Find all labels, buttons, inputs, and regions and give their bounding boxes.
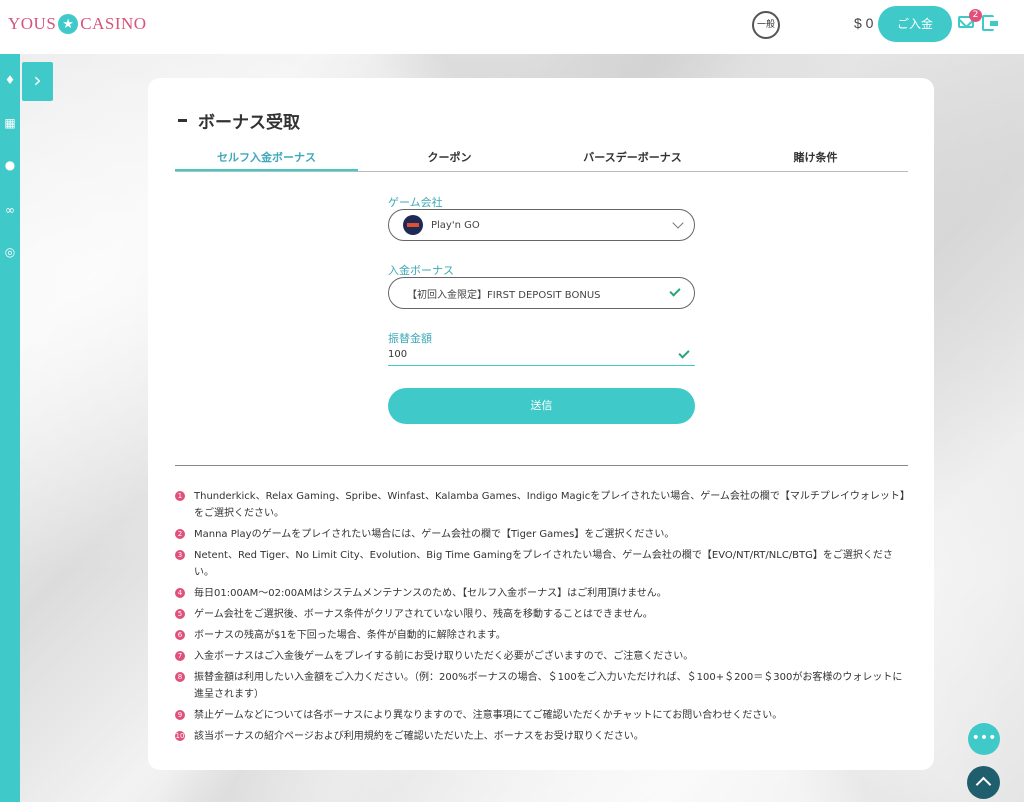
note-item: 4 毎日01:00AM〜02:00AMはシステムメンテナンスのため、【セルフ入金ボ… xyxy=(175,585,910,602)
note-text: 振替金額は利用したい入金額をご入力ください。（例：200%ボーナスの場合、＄10… xyxy=(194,672,903,700)
note-item: 8 振替金額は利用したい入金額をご入力ください。（例：200%ボーナスの場合、＄1… xyxy=(175,669,910,703)
medal-icon[interactable]: ♦ xyxy=(0,70,20,90)
divider xyxy=(175,465,908,466)
globe-icon[interactable]: ◎ xyxy=(0,242,20,262)
sidebar-toggle-button[interactable]: › xyxy=(22,62,53,101)
link-icon[interactable]: ∞ xyxy=(0,200,20,220)
amount-input[interactable] xyxy=(388,344,695,366)
note-number-badge: 10 xyxy=(175,731,185,741)
submit-button[interactable]: 送信 xyxy=(388,388,695,424)
note-item: 7 入金ボーナスはご入金後ゲームをプレイする前にお受け取りいただく必要がございます… xyxy=(175,648,910,665)
bonus-select[interactable]: 【初回入金限定】FIRST DEPOSIT BONUS xyxy=(388,277,695,309)
logo-text-right: CASINO xyxy=(80,14,147,33)
note-text: 入金ボーナスはご入金後ゲームをプレイする前にお受け取りいただく必要がございますの… xyxy=(194,651,694,662)
note-number-badge: 7 xyxy=(175,651,185,661)
mail-count-badge: 2 xyxy=(969,9,982,22)
deposit-button[interactable]: ご入金 xyxy=(878,6,952,42)
logout-icon[interactable] xyxy=(982,15,998,31)
note-number-badge: 1 xyxy=(175,491,185,501)
bonus-select-value: 【初回入金限定】FIRST DEPOSIT BONUS xyxy=(407,289,601,301)
page-title-text: ボーナス受取 xyxy=(198,113,300,133)
note-text: Thunderkick、Relax Gaming、Spribe、Winfast、… xyxy=(194,491,910,519)
note-item: 6 ボーナスの残高が$1を下回った場合、条件が自動的に解除されます。 xyxy=(175,627,910,644)
note-number-badge: 2 xyxy=(175,529,185,539)
provider-label: ゲーム会社 xyxy=(388,196,443,209)
chat-bubble-icon: ••• xyxy=(971,730,997,746)
note-text: ボーナスの残高が$1を下回った場合、条件が自動的に解除されます。 xyxy=(194,630,506,641)
note-text: ゲーム会社をご選択後、ボーナス条件がクリアされていない限り、残高を移動することは… xyxy=(194,609,653,620)
grid-icon[interactable]: ▦ xyxy=(0,113,20,133)
note-text: Netent、Red Tiger、No Limit City、Evolution… xyxy=(194,550,893,578)
note-item: 2 Manna Playのゲームをプレイされたい場合には、ゲーム会社の欄で【Tig… xyxy=(175,526,910,543)
check-icon xyxy=(669,285,681,297)
title-dash-icon xyxy=(178,119,187,122)
note-item: 10 該当ボーナスの紹介ページおよび利用規約をご確認いただいた上、ボーナスをお受け… xyxy=(175,728,910,745)
logo-star-icon: ★ xyxy=(58,14,79,34)
note-number-badge: 6 xyxy=(175,630,185,640)
note-text: 毎日01:00AM〜02:00AMはシステムメンテナンスのため、【セルフ入金ボー… xyxy=(194,588,667,599)
provider-select[interactable]: Play'n GO xyxy=(388,209,695,241)
member-level-button[interactable]: 一般 xyxy=(752,11,780,39)
note-number-badge: 9 xyxy=(175,710,185,720)
note-number-badge: 5 xyxy=(175,609,185,619)
top-header: YOUS ★ CASINO 一般 $ 0 ご入金 2 xyxy=(0,0,1024,54)
provider-select-value: Play'n GO xyxy=(431,219,480,231)
balance-display: $ 0 xyxy=(854,15,874,31)
tab-self-deposit-bonus[interactable]: セルフ入金ボーナス xyxy=(175,146,358,171)
bonus-label: 入金ボーナス xyxy=(388,264,454,277)
site-logo[interactable]: YOUS ★ CASINO xyxy=(8,14,147,34)
note-text: Manna Playのゲームをプレイされたい場合には、ゲーム会社の欄で【Tige… xyxy=(194,529,675,540)
bonus-card: ボーナス受取 セルフ入金ボーナス クーポン バースデーボーナス 賭け条件 ゲーム… xyxy=(148,78,934,770)
chat-button[interactable]: ••• xyxy=(968,723,1000,755)
logo-text-left: YOUS xyxy=(8,14,57,33)
note-number-badge: 8 xyxy=(175,672,185,682)
bonus-tabs: セルフ入金ボーナス クーポン バースデーボーナス 賭け条件 xyxy=(175,146,908,172)
provider-logo-icon xyxy=(403,215,423,235)
note-text: 該当ボーナスの紹介ページおよび利用規約をご確認いただいた上、ボーナスをお受け取り… xyxy=(194,731,644,742)
note-item: 9 禁止ゲームなどについては各ボーナスにより異なりますので、注意事項にてご確認いた… xyxy=(175,707,910,724)
tab-coupon[interactable]: クーポン xyxy=(358,146,541,171)
note-item: 3 Netent、Red Tiger、No Limit City、Evolutio… xyxy=(175,547,910,581)
tab-wagering-conditions[interactable]: 賭け条件 xyxy=(724,146,907,171)
note-number-badge: 3 xyxy=(175,550,185,560)
tab-birthday-bonus[interactable]: バースデーボーナス xyxy=(541,146,724,171)
note-text: 禁止ゲームなどについては各ボーナスにより異なりますので、注意事項にてご確認いただ… xyxy=(194,710,783,721)
sidebar: ♦ ▦ ● ∞ ◎ xyxy=(0,54,20,802)
chevron-down-icon xyxy=(672,217,684,229)
scroll-to-top-button[interactable] xyxy=(967,766,1000,799)
info-icon[interactable]: ● xyxy=(0,155,20,175)
note-item: 5 ゲーム会社をご選択後、ボーナス条件がクリアされていない限り、残高を移動すること… xyxy=(175,606,910,623)
note-item: 1 Thunderkick、Relax Gaming、Spribe、Winfast… xyxy=(175,488,910,522)
notes-list: 1 Thunderkick、Relax Gaming、Spribe、Winfast… xyxy=(175,488,910,749)
note-number-badge: 4 xyxy=(175,588,185,598)
page-title: ボーナス受取 xyxy=(178,108,300,133)
